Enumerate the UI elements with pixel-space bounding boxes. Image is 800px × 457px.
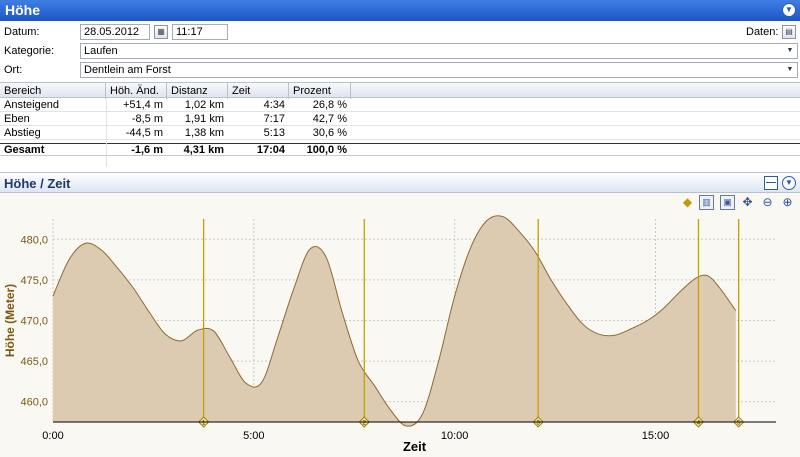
cell-bereich: Ansteigend	[4, 99, 60, 111]
table-header: Bereich Höh. Änd. Distanz Zeit Prozent	[0, 82, 800, 99]
column-header-distanz[interactable]: Distanz	[167, 83, 228, 99]
x-tick-label: 10:00	[441, 430, 469, 442]
column-header-hoehe[interactable]: Höh. Änd.	[106, 83, 167, 99]
cell-zeit: 5:13	[263, 127, 285, 139]
table-total-row[interactable]: Gesamt -1,6 m 4,31 km 17:04 100,0 %	[0, 143, 800, 156]
column-header-prozent[interactable]: Prozent	[289, 83, 351, 99]
ort-select[interactable]: Dentlein am Forst ▼	[80, 62, 798, 78]
y-axis-title: Höhe (Meter)	[3, 284, 17, 357]
column-header-bereich[interactable]: Bereich	[0, 83, 106, 99]
cell-distanz: 1,38 km	[184, 127, 224, 139]
elevation-chart[interactable]: 12345 460,0465,0470,0475,0480,0 0:00 5:00…	[0, 193, 800, 457]
zoom-in-icon[interactable]: ⊕	[780, 195, 795, 210]
table-row[interactable]: Abstieg -44,5 m 1,38 km 5:13 30,6 %	[0, 127, 800, 140]
chart-area: ◆ ▥ ▣ ✥ ⊖ ⊕ 12345 460,0 465,0 470,0 475,0 48…	[0, 193, 800, 457]
cell-zeit: 4:34	[263, 99, 285, 111]
cell-prozent: 30,6 %	[312, 127, 347, 139]
cell-hoehe: -44,5 m	[125, 127, 163, 139]
split-view-icon[interactable]	[764, 176, 778, 190]
kategorie-row: Kategorie: Laufen ▼	[0, 42, 800, 61]
column-header-zeit[interactable]: Zeit	[228, 83, 289, 99]
x-tick-label: 15:00	[642, 430, 670, 442]
datum-label: Datum:	[4, 26, 40, 38]
chevron-down-icon[interactable]: ▼	[785, 44, 795, 58]
data-file-icon[interactable]: ▤	[782, 25, 796, 39]
fit-icon[interactable]: ✥	[740, 195, 755, 210]
x-tick-labels: 0:00 5:00 10:00 15:00	[42, 430, 669, 442]
cell-prozent: 100,0 %	[306, 144, 347, 156]
collapse-icon[interactable]: ▼	[782, 176, 796, 190]
date-row: Datum: 28.05.2012 ▦ 11:17 Daten: ▤	[0, 23, 800, 42]
cell-hoehe: -1,6 m	[131, 144, 163, 156]
kategorie-label: Kategorie:	[4, 45, 55, 57]
x-tick-label: 0:00	[42, 430, 63, 442]
column-divider	[106, 99, 107, 167]
cell-hoehe: +51,4 m	[122, 99, 163, 111]
chevron-down-icon[interactable]: ▼	[785, 63, 795, 77]
collapse-icon[interactable]: ▼	[782, 3, 796, 17]
y-tick-labels: 460,0 465,0 470,0 475,0 480,0	[20, 234, 48, 408]
y-tick-label: 475,0	[20, 275, 48, 287]
daten-label: Daten:	[746, 26, 779, 38]
cell-distanz: 1,91 km	[184, 113, 224, 125]
x-axis-title: Zeit	[403, 439, 427, 454]
cell-prozent: 42,7 %	[312, 113, 347, 125]
y-tick-label: 465,0	[20, 356, 48, 368]
save-icon[interactable]: ▣	[720, 195, 735, 210]
kategorie-select[interactable]: Laufen ▼	[80, 43, 798, 59]
time-field[interactable]: 11:17	[172, 24, 228, 40]
title-bar: Höhe ▼	[0, 0, 800, 21]
cell-bereich: Abstieg	[4, 127, 41, 139]
cell-hoehe: -8,5 m	[131, 113, 163, 125]
cell-distanz: 4,31 km	[183, 144, 224, 156]
chart-view-icon[interactable]: ▥	[699, 195, 714, 210]
cell-distanz: 1,02 km	[184, 99, 224, 111]
ort-label: Ort:	[4, 64, 23, 76]
ort-value: Dentlein am Forst	[84, 64, 171, 76]
zoom-out-icon[interactable]: ⊖	[760, 195, 775, 210]
chart-panel-title: Höhe / Zeit	[4, 176, 71, 191]
calendar-icon[interactable]: ▦	[154, 25, 168, 39]
table-row[interactable]: Eben -8,5 m 1,91 km 7:17 42,7 %	[0, 113, 800, 126]
cell-bereich: Eben	[4, 113, 30, 125]
cell-prozent: 26,8 %	[312, 99, 347, 111]
cell-zeit: 7:17	[263, 113, 285, 125]
y-tick-label: 480,0	[20, 234, 48, 246]
cell-bereich: Gesamt	[4, 144, 45, 156]
window-title: Höhe	[5, 2, 40, 18]
y-tick-label: 470,0	[20, 316, 48, 328]
diamond-marker-icon[interactable]: ◆	[680, 195, 695, 210]
date-field[interactable]: 28.05.2012	[80, 24, 150, 40]
kategorie-value: Laufen	[84, 45, 118, 57]
x-tick-label: 5:00	[243, 430, 264, 442]
chart-panel-header: Höhe / Zeit ▼	[0, 172, 800, 193]
cell-zeit: 17:04	[256, 144, 285, 156]
ort-row: Ort: Dentlein am Forst ▼	[0, 61, 800, 80]
y-tick-label: 460,0	[20, 397, 48, 409]
table-row[interactable]: Ansteigend +51,4 m 1,02 km 4:34 26,8 %	[0, 99, 800, 112]
